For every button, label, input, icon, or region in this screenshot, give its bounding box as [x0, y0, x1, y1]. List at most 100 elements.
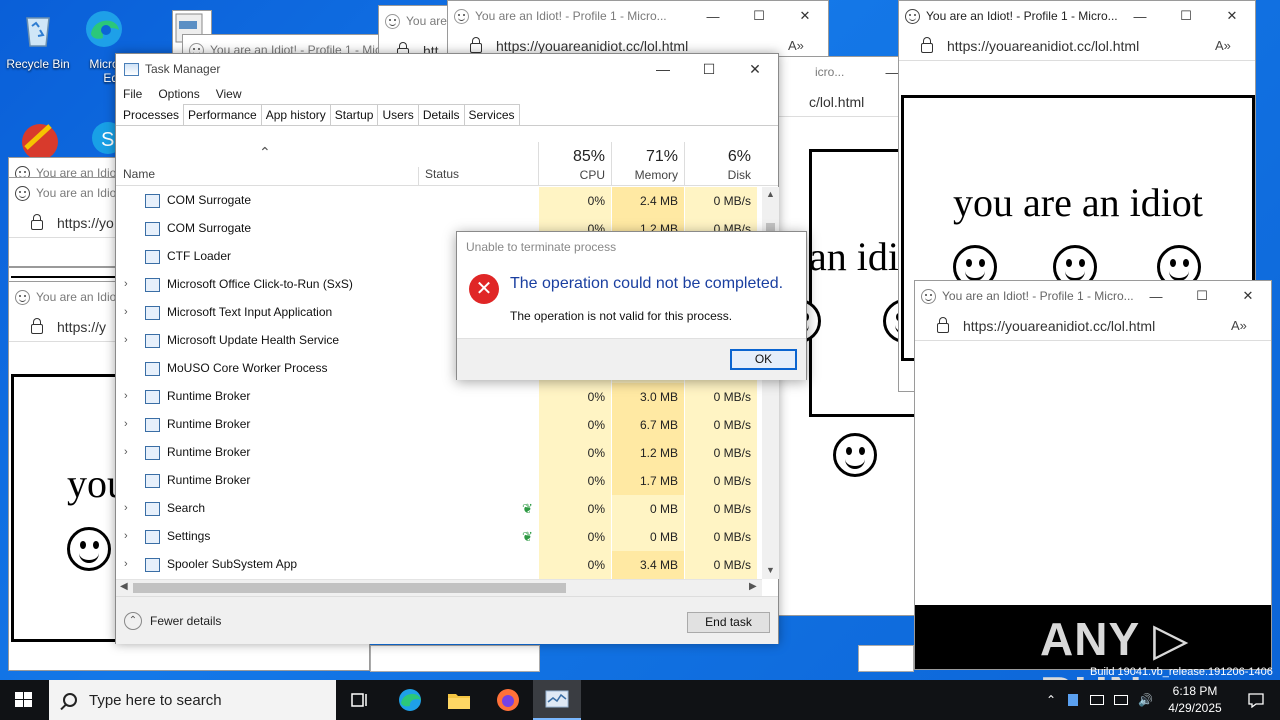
horizontal-scrollbar[interactable]: ◀ ▶	[116, 579, 762, 596]
battery-icon[interactable]	[1090, 695, 1105, 705]
maximize-button[interactable]: ☐	[736, 8, 782, 24]
tab-performance[interactable]: Performance	[183, 104, 262, 125]
process-row[interactable]: › Settings ❦ 0% 0 MB 0 MB/s	[116, 523, 760, 551]
column-header-row: ⌃ Name Status 85% CPU 71% Memory 6% Disk	[116, 142, 778, 186]
idiot-page-text: you are an idiot	[953, 180, 1203, 225]
process-row[interactable]: Runtime Broker 0% 1.7 MB 0 MB/s	[116, 467, 760, 495]
maximize-button[interactable]: ☐	[1163, 8, 1209, 24]
close-button[interactable]: ✕	[1225, 288, 1271, 304]
tab-services[interactable]: Services	[463, 104, 520, 125]
minimize-button[interactable]: —	[1133, 289, 1179, 304]
title-bar[interactable]: You are a	[379, 6, 457, 36]
menu-file[interactable]: File	[123, 87, 142, 101]
chevron-up-icon[interactable]: ⌃	[1046, 693, 1056, 707]
task-manager-title-bar[interactable]: Task Manager — ☐ ✕	[116, 54, 778, 84]
process-cpu-cell: 0%	[539, 467, 611, 495]
process-name: Runtime Broker	[167, 389, 251, 403]
taskbar-file-explorer[interactable]	[435, 680, 483, 720]
close-button[interactable]: ✕	[782, 8, 828, 24]
address-bar[interactable]: https://youareanidiot.cc/lol.html A»	[915, 311, 1271, 341]
minimize-button[interactable]: —	[640, 61, 686, 77]
expand-chevron-icon[interactable]: ›	[124, 306, 128, 318]
process-row[interactable]: › Runtime Broker 0% 6.7 MB 0 MB/s	[116, 411, 760, 439]
column-header-cpu[interactable]: 85% CPU	[538, 142, 611, 186]
tab-processes[interactable]: Processes	[118, 104, 185, 125]
menu-view[interactable]: View	[216, 87, 242, 101]
desktop-icon-partial[interactable]	[16, 118, 60, 160]
column-header-memory[interactable]: 71% Memory	[611, 142, 684, 186]
fewer-details-button[interactable]: ⌃ Fewer details	[124, 612, 221, 630]
minimize-button[interactable]: —	[1117, 9, 1163, 24]
taskbar-search-box[interactable]: Type here to search	[49, 680, 336, 720]
close-button[interactable]: ✕	[732, 61, 778, 78]
start-button[interactable]	[0, 680, 48, 720]
expand-chevron-icon[interactable]: ›	[124, 530, 128, 542]
tab-app-history[interactable]: App history	[260, 104, 331, 125]
process-disk-cell: 0 MB/s	[685, 523, 757, 551]
notification-button[interactable]	[1232, 680, 1280, 720]
scroll-left-icon[interactable]: ◀	[120, 581, 128, 592]
expand-chevron-icon[interactable]: ›	[124, 390, 128, 402]
maximize-button[interactable]: ☐	[686, 61, 732, 78]
clock-date: 4/29/2025	[1168, 701, 1222, 715]
taskbar-edge[interactable]	[386, 680, 434, 720]
expand-chevron-icon[interactable]: ›	[124, 502, 128, 514]
taskbar-firefox[interactable]	[484, 680, 532, 720]
task-manager-footer: ⌃ Fewer details End task	[116, 596, 778, 644]
url-text: https://youareanidiot.cc/lol.html	[496, 37, 689, 54]
expand-chevron-icon[interactable]: ›	[124, 278, 128, 290]
expand-chevron-icon[interactable]: ›	[124, 334, 128, 346]
scroll-up-icon[interactable]: ▲	[766, 189, 775, 199]
expand-chevron-icon[interactable]: ›	[124, 446, 128, 458]
build-text: Build 19041.vb_release.191206-1406	[1090, 666, 1273, 678]
tab-users[interactable]: Users	[377, 104, 419, 125]
display-icon[interactable]	[1114, 695, 1129, 705]
windows-logo-icon	[15, 692, 32, 708]
process-row[interactable]: › Spooler SubSystem App 0% 3.4 MB 0 MB/s	[116, 551, 760, 579]
task-view-button[interactable]	[336, 680, 384, 720]
process-name: Microsoft Office Click-to-Run (SxS)	[167, 277, 353, 291]
title-bar[interactable]: You are an Idiot! - Profile 1 - Micro...…	[448, 1, 828, 31]
error-dialog[interactable]: Unable to terminate process ✕ The operat…	[456, 231, 807, 380]
read-aloud-icon[interactable]: A»	[1231, 318, 1271, 333]
expand-chevron-icon[interactable]: ›	[124, 558, 128, 570]
minimize-button[interactable]: —	[690, 9, 736, 24]
taskbar: Type here to search ⌃ 🔊 6:18 PM 4/29/202…	[0, 680, 1280, 720]
expand-chevron-icon[interactable]: ›	[124, 418, 128, 430]
tab-details[interactable]: Details	[417, 104, 465, 125]
scroll-right-icon[interactable]: ▶	[749, 581, 757, 592]
taskbar-clock[interactable]: 6:18 PM 4/29/2025	[1158, 683, 1232, 717]
process-row[interactable]: › Runtime Broker 0% 1.2 MB 0 MB/s	[116, 439, 760, 467]
title-bar[interactable]: You are an Idiot! - Profile 1 - Micro...…	[915, 281, 1271, 311]
browser-window-top-4[interactable]: You are an Idiot! - Profile 1 - Micro...…	[447, 0, 829, 60]
taskbar-task-manager[interactable]	[533, 680, 581, 720]
maximize-button[interactable]: ☐	[1179, 288, 1225, 304]
address-bar[interactable]: https://youareanidiot.cc/lol.html A»	[899, 31, 1255, 61]
column-header-status[interactable]: Status	[418, 167, 459, 186]
process-cpu-cell: 0%	[539, 383, 611, 411]
column-header-disk[interactable]: 6% Disk	[684, 142, 757, 186]
process-name: COM Surrogate	[167, 193, 252, 207]
scroll-thumb[interactable]	[133, 583, 566, 593]
process-row[interactable]: COM Surrogate 0% 2.4 MB 0 MB/s	[116, 187, 760, 215]
process-row[interactable]: › Runtime Broker 0% 3.0 MB 0 MB/s	[116, 383, 760, 411]
close-button[interactable]: ✕	[1209, 8, 1255, 24]
column-header-name[interactable]: Name	[123, 167, 155, 181]
scroll-down-icon[interactable]: ▼	[766, 565, 775, 575]
read-aloud-icon[interactable]: A»	[1215, 38, 1255, 53]
tab-startup[interactable]: Startup	[329, 104, 379, 125]
menu-options[interactable]: Options	[158, 87, 199, 101]
network-icon[interactable]	[1068, 694, 1079, 706]
desktop-icon-recycle-bin[interactable]: Recycle Bin	[0, 8, 76, 71]
lock-icon	[937, 316, 949, 333]
title-bar[interactable]: icro... —	[779, 57, 915, 87]
title-bar[interactable]: You are an Idiot! - Profile 1 - Micro...…	[899, 1, 1255, 31]
end-task-button[interactable]: End task	[687, 612, 770, 633]
lock-icon	[921, 36, 933, 53]
process-name: Runtime Broker	[167, 473, 251, 487]
address-bar[interactable]: c/lol.html	[779, 87, 915, 117]
ok-button[interactable]: OK	[730, 349, 797, 370]
volume-icon[interactable]: 🔊	[1138, 693, 1153, 707]
process-row[interactable]: › Search ❦ 0% 0 MB 0 MB/s	[116, 495, 760, 523]
read-aloud-icon[interactable]: A»	[788, 38, 828, 53]
